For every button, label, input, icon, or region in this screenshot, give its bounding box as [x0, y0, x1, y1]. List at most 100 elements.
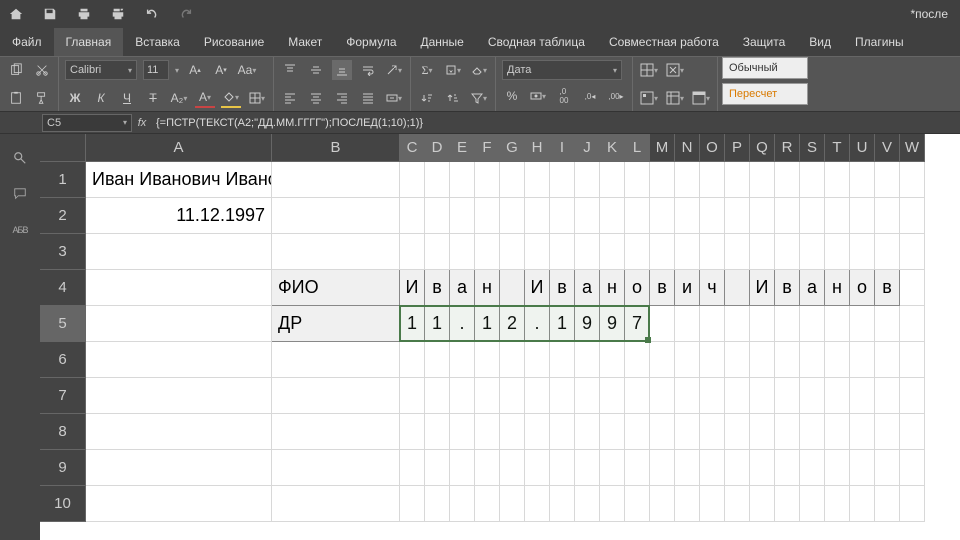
strikethrough-icon[interactable]: Т — [143, 88, 163, 108]
cell[interactable] — [775, 234, 800, 270]
row-header[interactable]: 9 — [40, 450, 86, 486]
cell[interactable] — [800, 198, 825, 234]
cell[interactable] — [600, 486, 625, 522]
cell[interactable]: н — [475, 270, 500, 306]
cell[interactable]: в — [650, 270, 675, 306]
cell[interactable]: 1 — [550, 306, 575, 342]
col-header[interactable]: C — [400, 134, 425, 162]
justify-icon[interactable] — [358, 88, 378, 108]
cell[interactable] — [475, 198, 500, 234]
cell[interactable] — [550, 486, 575, 522]
cell[interactable] — [600, 342, 625, 378]
cell[interactable] — [675, 378, 700, 414]
cell[interactable] — [425, 378, 450, 414]
paste-icon[interactable] — [6, 88, 26, 108]
quickprint-icon[interactable] — [110, 6, 126, 22]
cell[interactable] — [86, 234, 272, 270]
cell[interactable] — [475, 414, 500, 450]
cell[interactable] — [825, 486, 850, 522]
cell[interactable] — [425, 162, 450, 198]
cell[interactable] — [425, 486, 450, 522]
cell[interactable] — [500, 234, 525, 270]
cell[interactable] — [900, 378, 925, 414]
cell[interactable] — [700, 378, 725, 414]
align-right-icon[interactable] — [332, 88, 352, 108]
cell[interactable] — [400, 162, 425, 198]
cell[interactable]: в — [425, 270, 450, 306]
cell[interactable] — [750, 306, 775, 342]
cell[interactable] — [600, 198, 625, 234]
align-center-icon[interactable] — [306, 88, 326, 108]
cell[interactable] — [900, 198, 925, 234]
cell[interactable] — [86, 414, 272, 450]
cell[interactable] — [700, 486, 725, 522]
undo-icon[interactable] — [144, 6, 160, 22]
cell[interactable] — [86, 342, 272, 378]
cell[interactable] — [500, 198, 525, 234]
cell[interactable]: ч — [700, 270, 725, 306]
increase-font-icon[interactable]: A▴ — [185, 60, 205, 80]
cell[interactable] — [525, 414, 550, 450]
cell[interactable] — [272, 486, 400, 522]
cell[interactable] — [450, 342, 475, 378]
cell[interactable] — [750, 162, 775, 198]
cell[interactable] — [425, 342, 450, 378]
cell[interactable] — [900, 414, 925, 450]
cell[interactable] — [850, 378, 875, 414]
cell[interactable] — [86, 378, 272, 414]
col-header[interactable]: R — [775, 134, 800, 162]
cell[interactable]: а — [575, 270, 600, 306]
col-header[interactable]: E — [450, 134, 475, 162]
cell[interactable] — [700, 414, 725, 450]
cell[interactable] — [475, 486, 500, 522]
cell[interactable] — [825, 414, 850, 450]
cell[interactable] — [575, 414, 600, 450]
cell[interactable] — [750, 342, 775, 378]
wrap-text-icon[interactable] — [358, 60, 378, 80]
cell[interactable] — [86, 270, 272, 306]
cell[interactable] — [725, 414, 750, 450]
cell[interactable] — [875, 162, 900, 198]
col-header[interactable]: F — [475, 134, 500, 162]
cell[interactable] — [600, 162, 625, 198]
cell[interactable] — [850, 486, 875, 522]
cell[interactable] — [625, 486, 650, 522]
cell[interactable] — [400, 450, 425, 486]
cell[interactable] — [550, 162, 575, 198]
cell[interactable]: а — [800, 270, 825, 306]
col-header[interactable]: I — [550, 134, 575, 162]
cell[interactable] — [700, 198, 725, 234]
cell[interactable] — [575, 342, 600, 378]
cell[interactable] — [850, 306, 875, 342]
cell[interactable] — [400, 198, 425, 234]
column-headers[interactable]: ABCDEFGHIJKLMNOPQRSTUVW — [86, 134, 925, 162]
cell[interactable]: о — [625, 270, 650, 306]
cell[interactable] — [650, 378, 675, 414]
col-header[interactable]: V — [875, 134, 900, 162]
cell[interactable] — [625, 342, 650, 378]
cell[interactable] — [425, 414, 450, 450]
fx-icon[interactable]: fx — [132, 117, 152, 129]
clear-icon[interactable]: ▾ — [469, 60, 489, 80]
cell[interactable] — [525, 162, 550, 198]
cell[interactable] — [800, 450, 825, 486]
cut-icon[interactable] — [32, 60, 52, 80]
cell[interactable]: Иван Иванович Иванов — [86, 162, 272, 198]
cell[interactable] — [625, 234, 650, 270]
cell[interactable] — [475, 378, 500, 414]
cell[interactable] — [750, 198, 775, 234]
cell[interactable] — [900, 450, 925, 486]
cell[interactable] — [500, 162, 525, 198]
col-header[interactable]: B — [272, 134, 400, 162]
align-top-icon[interactable] — [280, 60, 300, 80]
cell[interactable] — [450, 234, 475, 270]
cell[interactable] — [725, 162, 750, 198]
cell[interactable]: ФИО — [272, 270, 400, 306]
cell[interactable] — [550, 378, 575, 414]
sort-asc-icon[interactable] — [417, 88, 437, 108]
cell[interactable] — [775, 414, 800, 450]
spreadsheet-grid[interactable]: ABCDEFGHIJKLMNOPQRSTUVW 12345678910 Иван… — [40, 134, 960, 540]
cell[interactable] — [575, 162, 600, 198]
col-header[interactable]: M — [650, 134, 675, 162]
cell[interactable]: в — [875, 270, 900, 306]
